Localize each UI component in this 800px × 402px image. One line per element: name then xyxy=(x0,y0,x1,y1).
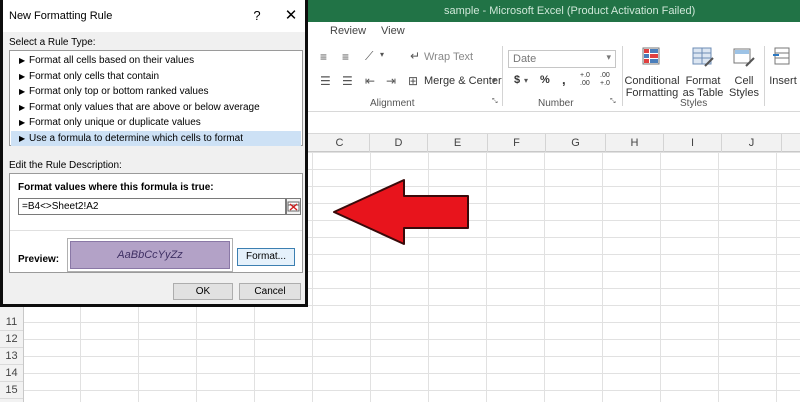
preview-label: Preview: xyxy=(18,254,60,265)
decrease-decimal-button[interactable]: .00 +.0 xyxy=(600,72,618,88)
rule-type-item[interactable]: ▶ Format only top or bottom ranked values xyxy=(11,84,301,100)
conditional-formatting-button[interactable]: Conditional Formatting xyxy=(624,46,680,99)
format-as-table-icon xyxy=(692,47,714,67)
range-select-icon xyxy=(287,201,300,212)
triangle-right-icon: ▶ xyxy=(19,133,26,143)
window-title: sample - Microsoft Excel (Product Activa… xyxy=(444,5,696,17)
align-top-icon[interactable]: ≡ xyxy=(320,50,327,64)
formula-input[interactable] xyxy=(18,198,286,215)
number-launcher-icon[interactable]: ⤡ xyxy=(610,98,616,106)
insert-label: Insert xyxy=(769,75,797,87)
rule-type-label: Select a Rule Type: xyxy=(9,37,96,48)
help-icon[interactable]: ? xyxy=(249,8,265,23)
triangle-right-icon: ▶ xyxy=(19,56,26,65)
row-header-11[interactable]: 11 xyxy=(0,314,23,331)
group-label-alignment: Alignment xyxy=(370,98,415,109)
preview-sample-text: AaBbCcYyZz xyxy=(70,241,230,269)
column-header-e[interactable]: E xyxy=(428,134,488,152)
cell-styles-label-2: Styles xyxy=(729,87,759,99)
currency-button[interactable]: $ xyxy=(514,74,520,86)
chevron-down-icon: ▾ xyxy=(606,52,611,62)
ribbon-separator xyxy=(764,46,765,106)
rule-type-text: Format only values that are above or bel… xyxy=(29,101,260,113)
cell-styles-icon xyxy=(733,48,755,67)
rule-type-text: Format only cells that contain xyxy=(29,70,160,82)
formula-label: Format values where this formula is true… xyxy=(18,182,214,193)
rule-type-text: Format only top or bottom ranked values xyxy=(29,86,209,97)
increase-decimal-button[interactable]: +.0 .00 xyxy=(580,72,598,88)
conditional-formatting-label-1: Conditional xyxy=(624,75,680,87)
conditional-formatting-label-2: Formatting xyxy=(625,87,679,99)
format-as-table-button[interactable]: Format as Table xyxy=(680,46,726,99)
row-header-12[interactable]: 12 xyxy=(0,331,23,348)
insert-cells-icon xyxy=(773,47,790,65)
row-header-15[interactable]: 15 xyxy=(0,382,23,399)
dialog-titlebar[interactable]: New Formatting Rule ? ✕ xyxy=(3,0,305,32)
format-preview: AaBbCcYyZz xyxy=(67,238,233,272)
wrap-text-icon: ↵ xyxy=(410,49,421,63)
rule-type-text: Format only unique or duplicate values xyxy=(29,117,201,128)
tab-view[interactable]: View xyxy=(381,25,405,37)
currency-dropdown-icon[interactable]: ▾ xyxy=(524,76,528,85)
column-header-c[interactable]: C xyxy=(310,134,370,152)
rule-type-item[interactable]: ▶ Format only cells that contain xyxy=(11,69,301,85)
column-header-f[interactable]: F xyxy=(488,134,546,152)
number-format-value: Date xyxy=(513,53,537,65)
format-button[interactable]: Format... xyxy=(237,248,295,266)
column-header-j[interactable]: J xyxy=(722,134,782,152)
cancel-button[interactable]: Cancel xyxy=(239,283,301,300)
rule-description-label: Edit the Rule Description: xyxy=(9,160,122,171)
percent-button[interactable]: % xyxy=(540,74,550,86)
cell-styles-button[interactable]: Cell Styles xyxy=(726,46,762,99)
ribbon-separator xyxy=(622,46,623,106)
merge-center-button[interactable]: Merge & Center xyxy=(424,75,502,87)
align-left-icon[interactable]: ☰ xyxy=(320,74,331,88)
column-header-g[interactable]: G xyxy=(546,134,606,152)
rule-type-text: Format all cells based on their values xyxy=(29,55,195,66)
cell-styles-label-1: Cell xyxy=(734,75,754,87)
merge-dropdown-icon[interactable]: ▾ xyxy=(492,76,496,85)
row-header-13[interactable]: 13 xyxy=(0,348,23,365)
group-label-styles: Styles xyxy=(680,98,708,109)
column-header-d[interactable]: D xyxy=(370,134,428,152)
red-arrow-icon xyxy=(333,179,469,245)
tab-review[interactable]: Review xyxy=(330,25,366,37)
decrease-indent-icon[interactable]: ⇤ xyxy=(365,74,375,88)
close-icon[interactable]: ✕ xyxy=(281,6,301,24)
rule-type-item[interactable]: ▶ Use a formula to determine which cells … xyxy=(11,130,301,146)
increase-indent-icon[interactable]: ⇥ xyxy=(386,74,396,88)
ribbon-separator xyxy=(502,46,503,106)
align-center-icon[interactable]: ☰ xyxy=(342,74,353,88)
orientation-icon[interactable]: ⟋ xyxy=(365,49,373,64)
merge-center-icon: ⊞ xyxy=(408,74,419,88)
wrap-text-button[interactable]: Wrap Text xyxy=(424,51,473,63)
alignment-launcher-icon[interactable]: ⤡ xyxy=(492,98,498,106)
ok-button[interactable]: OK xyxy=(173,283,233,300)
triangle-right-icon: ▶ xyxy=(19,71,26,81)
rule-type-item[interactable]: ▶ Format all cells based on their values xyxy=(11,53,301,69)
group-label-number: Number xyxy=(538,98,574,109)
triangle-right-icon: ▶ xyxy=(19,87,26,96)
collapse-dialog-button[interactable] xyxy=(286,198,301,215)
column-header-h[interactable]: H xyxy=(606,134,664,152)
divider xyxy=(10,230,302,231)
conditional-formatting-icon xyxy=(642,47,660,65)
number-format-select[interactable]: Date ▾ xyxy=(508,50,616,68)
triangle-right-icon: ▶ xyxy=(19,102,26,112)
rule-type-item[interactable]: ▶ Format only values that are above or be… xyxy=(11,100,301,116)
rule-type-item[interactable]: ▶ Format only unique or duplicate values xyxy=(11,115,301,131)
dialog-title: New Formatting Rule xyxy=(9,10,113,22)
new-formatting-rule-dialog: New Formatting Rule ? ✕ Select a Rule Ty… xyxy=(0,0,308,307)
triangle-right-icon: ▶ xyxy=(19,118,26,127)
rule-type-text: Use a formula to determine which cells t… xyxy=(29,132,243,144)
row-header-14[interactable]: 14 xyxy=(0,365,23,382)
insert-button[interactable]: Insert xyxy=(768,46,798,87)
comma-button[interactable]: , xyxy=(562,72,566,87)
rule-type-list: ▶ Format all cells based on their values … xyxy=(9,50,303,146)
orientation-dropdown-icon[interactable]: ▾ xyxy=(380,50,384,59)
column-header-i[interactable]: I xyxy=(664,134,722,152)
format-as-table-label-1: Format xyxy=(685,75,721,87)
align-middle-icon[interactable]: ≡ xyxy=(342,50,349,64)
